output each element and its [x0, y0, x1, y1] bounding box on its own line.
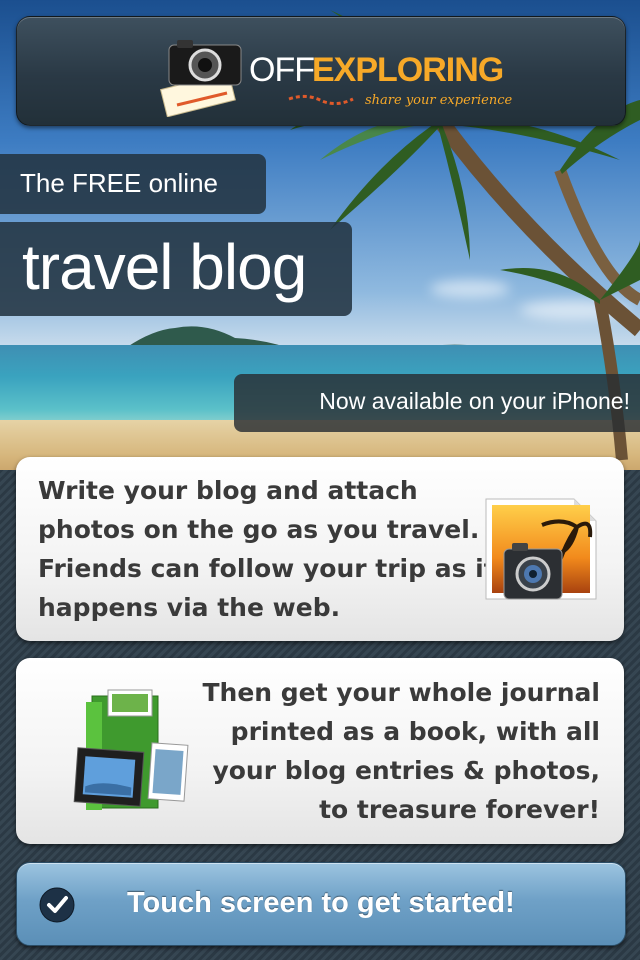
blog-feature-card: Write your blog and attach photos on the…: [16, 457, 624, 641]
hero-line-2-text: travel blog: [22, 231, 307, 303]
book-feature-line: Then get your whole journal: [202, 678, 600, 707]
book-feature-text: Then get your whole journal printed as a…: [180, 673, 600, 829]
blog-feature-line: photos on the go as you travel.: [38, 515, 480, 544]
camera-logo-icon: [160, 40, 242, 117]
logo-tagline: share your experience: [365, 93, 513, 108]
availability-banner: Now available on your iPhone!: [234, 374, 640, 432]
get-started-button[interactable]: Touch screen to get started!: [16, 862, 626, 946]
logo-off-text: OFF: [249, 51, 315, 89]
hero-line-2: travel blog: [0, 222, 352, 316]
book-feature-line: printed as a book, with all: [230, 717, 600, 746]
blog-feature-line: Write your blog and attach: [38, 476, 418, 505]
app-header: OFF EXPLORING share your experience: [16, 16, 626, 126]
blog-feature-line: happens via the web.: [38, 593, 341, 622]
logo-exploring-text: EXPLORING: [312, 51, 504, 89]
offexploring-logo: OFF EXPLORING share your experience: [157, 37, 517, 117]
availability-text: Now available on your iPhone!: [319, 388, 630, 414]
hero-line-1-text: The FREE online: [20, 168, 218, 198]
book-feature-line: to treasure forever!: [319, 795, 600, 824]
get-started-label: Touch screen to get started!: [127, 887, 515, 919]
hero-line-1: The FREE online: [0, 154, 266, 214]
photo-camera-icon: [485, 498, 597, 600]
blog-feature-text: Write your blog and attach photos on the…: [38, 471, 496, 627]
dotted-trail-icon: [288, 94, 354, 106]
book-feature-card: Then get your whole journal printed as a…: [16, 658, 624, 844]
blog-feature-line: Friends can follow your trip as it: [38, 554, 496, 583]
book-feature-line: your blog entries & photos,: [212, 756, 600, 785]
checkmark-icon: [39, 887, 75, 923]
